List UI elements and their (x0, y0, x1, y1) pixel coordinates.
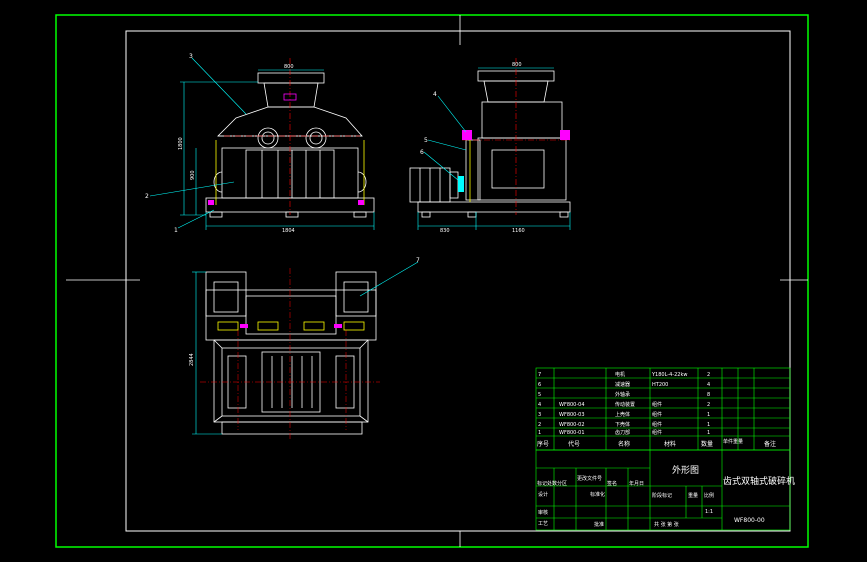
part-name: 电机 (615, 371, 625, 378)
drawing-number: WF800-00 (734, 517, 765, 524)
parts-list-rows: 7 电机 Y180L-4-22kw 2 6 减速器 HT200 4 5 外轴承 8 4 WF800-04… (538, 371, 710, 436)
plan-view-accents (200, 268, 380, 440)
dim-side-right: 1160 (512, 228, 525, 234)
dim-side-left: 830 (440, 228, 450, 234)
label-process: 工艺 (538, 521, 548, 527)
part-code: WF800-03 (559, 412, 585, 418)
label-date: 年月日 (629, 480, 644, 487)
callout-1: 1 (174, 227, 178, 234)
part-material: 组件 (652, 429, 662, 436)
part-qty: 1 (707, 430, 710, 436)
part-code: WF800-04 (559, 402, 585, 408)
header-no: 序号 (537, 440, 549, 448)
dim-plan-height: 2844 (189, 353, 195, 366)
callout-4: 4 (433, 91, 437, 98)
part-name: 齿刀部 (615, 429, 630, 436)
drawing-title: 外形图 (672, 464, 699, 476)
part-no: 2 (538, 422, 541, 428)
part-qty: 4 (707, 382, 710, 388)
callout-7: 7 (416, 257, 420, 264)
part-qty: 8 (707, 392, 710, 398)
part-name: 上壳体 (615, 411, 630, 418)
header-material: 材料 (664, 440, 676, 448)
dim-front-height: 1800 (178, 137, 184, 150)
label-mark-count-zone: 标记处数分区 (537, 480, 567, 487)
side-view-accents (458, 58, 572, 215)
part-no: 4 (538, 402, 541, 408)
label-weight: 重量 (688, 492, 698, 499)
part-material: HT200 (652, 382, 668, 388)
part-material: 组件 (652, 401, 662, 408)
part-no: 3 (538, 412, 541, 418)
part-no: 7 (538, 372, 541, 378)
callout-5: 5 (424, 137, 428, 144)
part-no: 1 (538, 430, 541, 436)
dim-front-bottom: 1804 (282, 228, 295, 234)
front-view-accents (208, 58, 365, 215)
scale-value: 1:1 (705, 509, 713, 515)
label-stage-mark: 阶段标记 (652, 492, 672, 499)
part-material: Y180L-4-22kw (651, 372, 687, 378)
label-standardize: 标准化 (590, 491, 605, 498)
label-change-doc: 更改文件号 (577, 475, 602, 482)
drawing-frame (125, 30, 791, 532)
header-remark: 备注 (764, 440, 776, 448)
part-code: WF800-01 (559, 430, 585, 436)
label-review: 审核 (538, 509, 548, 516)
dim-front-mid: 900 (190, 170, 196, 180)
cad-viewport: 800 1800 900 1804 3 2 1 800 830 1160 4 5… (0, 0, 867, 562)
dim-front-top: 800 (284, 64, 294, 70)
part-qty: 1 (707, 412, 710, 418)
header-qty: 数量 (701, 440, 713, 448)
callout-6: 6 (420, 149, 424, 156)
callout-2: 2 (145, 193, 149, 200)
side-leaders (423, 95, 467, 181)
header-code: 代号 (568, 440, 580, 448)
label-design: 设计 (538, 491, 548, 498)
plan-view (205, 271, 377, 435)
part-code: WF800-02 (559, 422, 585, 428)
part-material: 组件 (652, 411, 662, 418)
part-qty: 1 (707, 422, 710, 428)
machine-name: 齿式双轴式破碎机 (723, 475, 795, 487)
part-material: 组件 (652, 421, 662, 428)
front-leaders (149, 57, 247, 229)
header-name: 名称 (618, 440, 630, 448)
parts-list-grid (535, 367, 791, 451)
part-name: 减速器 (615, 381, 630, 388)
dim-side-top: 800 (512, 62, 522, 68)
part-name: 下壳体 (615, 421, 630, 428)
drawing-sheet: 800 1800 900 1804 3 2 1 800 830 1160 4 5… (55, 14, 809, 548)
label-sheet-total: 共 张 第 张 (654, 521, 679, 528)
side-view-dimensions (417, 67, 571, 230)
part-qty: 2 (707, 372, 710, 378)
part-name: 传动装置 (615, 401, 635, 408)
part-no: 6 (538, 382, 541, 388)
header-unit-weight: 单件重量 (723, 438, 743, 445)
label-ratio: 比例 (704, 492, 714, 499)
callout-3: 3 (189, 53, 193, 60)
part-name: 外轴承 (615, 391, 630, 398)
label-approve: 批准 (594, 521, 604, 528)
part-qty: 2 (707, 402, 710, 408)
label-signature: 签名 (607, 480, 617, 487)
part-no: 5 (538, 392, 541, 398)
